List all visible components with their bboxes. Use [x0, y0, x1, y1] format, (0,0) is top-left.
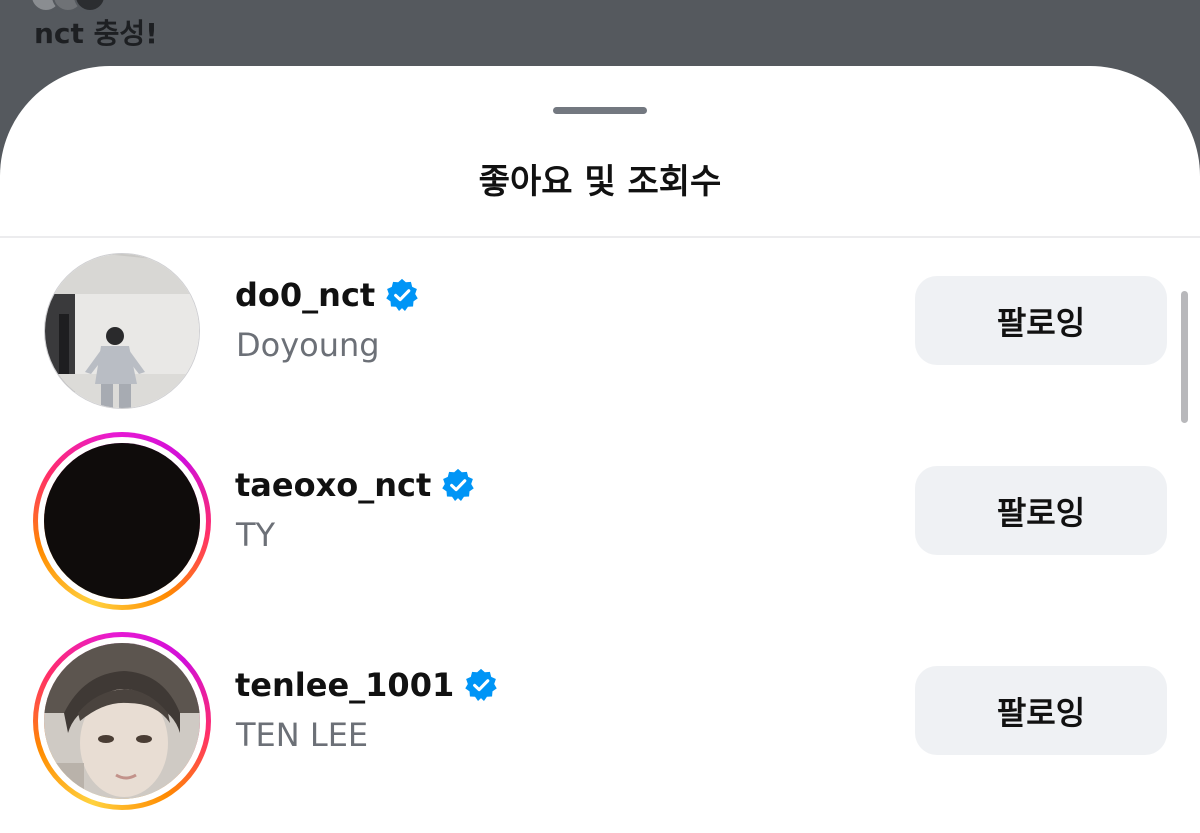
- username[interactable]: do0_nct: [235, 276, 419, 314]
- user-row[interactable]: tenlee_1001 TEN LEE 팔로잉: [0, 632, 1200, 832]
- username-text[interactable]: tenlee_1001: [235, 666, 454, 704]
- following-button[interactable]: 팔로잉: [915, 466, 1167, 555]
- display-name: TEN LEE: [236, 716, 369, 754]
- display-name: Doyoung: [236, 326, 380, 364]
- user-row[interactable]: taeoxo_nct TY 팔로잉: [0, 432, 1200, 632]
- verified-badge-icon: [464, 668, 498, 702]
- scrollbar[interactable]: [1181, 291, 1188, 423]
- verified-badge-icon: [441, 468, 475, 502]
- background-avatar: [74, 0, 106, 12]
- avatar-photo: [38, 437, 206, 605]
- avatar-photo: [38, 637, 206, 805]
- likes-sheet: 좋아요 및 조회수 do0_nct Doyoung 팔로잉 taeoxo_nct…: [0, 66, 1200, 833]
- username-text[interactable]: do0_nct: [235, 276, 375, 314]
- following-button[interactable]: 팔로잉: [915, 666, 1167, 755]
- username[interactable]: taeoxo_nct: [235, 466, 475, 504]
- user-row[interactable]: do0_nct Doyoung 팔로잉: [0, 242, 1200, 442]
- following-button[interactable]: 팔로잉: [915, 276, 1167, 365]
- header-divider: [0, 236, 1200, 238]
- avatar-story-ring[interactable]: [33, 632, 211, 810]
- avatar-story-ring[interactable]: [33, 432, 211, 610]
- sheet-title: 좋아요 및 조회수: [478, 162, 722, 202]
- background-avatar-stack: [30, 0, 106, 12]
- display-name: TY: [236, 516, 276, 554]
- avatar-photo: [44, 253, 200, 409]
- background-post-caption: nct 충성!: [34, 17, 158, 50]
- username-text[interactable]: taeoxo_nct: [235, 466, 431, 504]
- avatar[interactable]: [33, 242, 211, 420]
- sheet-grabber-handle[interactable]: [553, 107, 647, 114]
- verified-badge-icon: [385, 278, 419, 312]
- username[interactable]: tenlee_1001: [235, 666, 498, 704]
